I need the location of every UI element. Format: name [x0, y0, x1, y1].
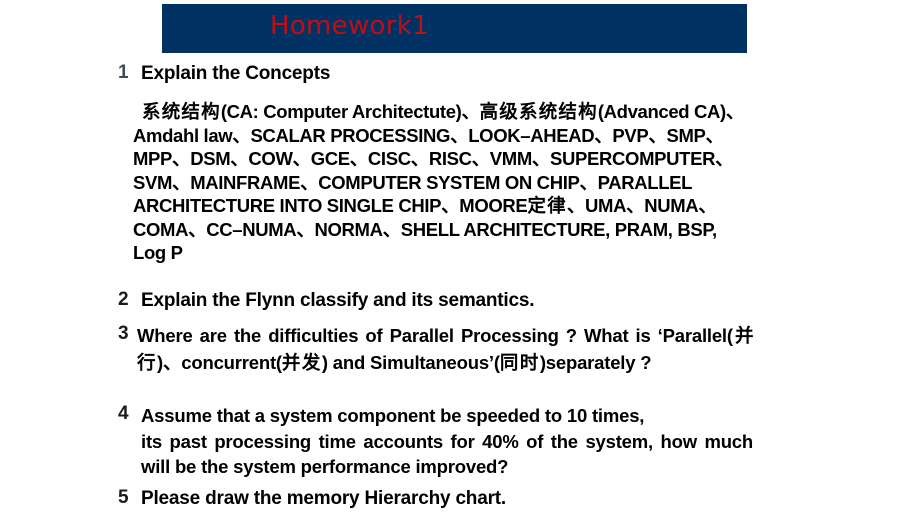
term-cjk-gaoji-xitong-jiegou: 高级系统结构: [479, 102, 598, 123]
slide-body: 1 Explain the Concepts 系统结构(CA: Computer…: [0, 62, 920, 509]
item3-cjk-bingfa: 并发: [281, 352, 322, 374]
term-ca-latin: (CA: Computer Architectute)、: [220, 101, 480, 122]
term-cjk-dinglv: 定律: [527, 195, 567, 217]
list-item-5-heading: Please draw the memory Hierarchy chart.: [141, 488, 506, 509]
item4-line-1: Assume that a system component be speede…: [141, 405, 645, 426]
list-item-5: 5 Please draw the memory Hierarchy chart…: [0, 487, 920, 511]
page-title: Homework1: [270, 11, 429, 41]
term-cjk-xitong-jiegou: 系统结构: [142, 102, 221, 123]
list-item-3-text: Where are the difficulties of Parallel P…: [137, 323, 755, 376]
item4-line-2: its past processing time accounts for 40…: [141, 430, 753, 478]
item3-segment-d: )separately ?: [539, 351, 652, 373]
list-item-2-number: 2: [118, 289, 129, 310]
list-item-4-text: Assume that a system component be speede…: [141, 403, 753, 480]
list-item-3: 3 Where are the difficulties of Parallel…: [0, 323, 920, 376]
item3-segment-b: )、concurrent(: [157, 351, 282, 373]
item3-segment-a: Where are the difficulties of Parallel P…: [137, 325, 733, 346]
list-item-1-heading: Explain the Concepts: [141, 63, 331, 84]
item3-cjk-tongshi: 同时: [499, 352, 540, 374]
item3-segment-c: ) and Simultaneous’(: [321, 351, 500, 373]
slide-canvas: Homework1 1 Explain the Concepts 系统结构(CA…: [0, 0, 920, 517]
title-banner: Homework1: [162, 4, 747, 53]
list-item-1: 1 Explain the Concepts: [0, 62, 920, 92]
list-item-3-number: 3: [118, 323, 129, 344]
concept-terms-paragraph: 系统结构(CA: Computer Architectute)、高级系统结构(A…: [133, 100, 753, 264]
list-item-4-number: 4: [118, 403, 129, 424]
list-item-4: 4 Assume that a system component be spee…: [0, 403, 920, 480]
list-item-2: 2 Explain the Flynn classify and its sem…: [0, 289, 920, 313]
list-item-2-heading: Explain the Flynn classify and its seman…: [141, 290, 535, 311]
list-item-1-number: 1: [118, 62, 129, 83]
list-item-5-number: 5: [118, 487, 129, 508]
